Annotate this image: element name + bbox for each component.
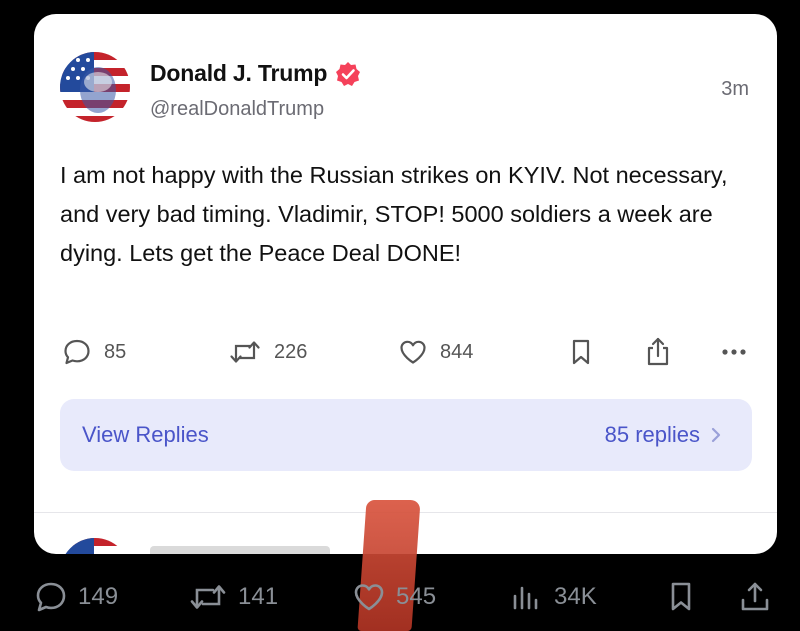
view-replies-button[interactable]: View Replies 85 replies	[60, 399, 752, 471]
outer-retweet-button[interactable]: 141	[188, 572, 278, 622]
author-name[interactable]: Donald J. Trump	[150, 60, 327, 87]
post-card: Donald J. Trump @realDonaldTrump 3m I am…	[34, 14, 777, 554]
replies-count-label: 85 replies	[604, 422, 700, 447]
repost-count: 226	[274, 340, 308, 363]
heart-icon	[354, 584, 384, 611]
comment-icon	[36, 582, 66, 612]
author-handle[interactable]: @realDonaldTrump	[150, 98, 324, 121]
heart-icon	[400, 340, 426, 364]
author-avatar[interactable]	[60, 52, 130, 122]
reply-button[interactable]: 85	[62, 332, 126, 372]
repost-icon	[230, 341, 260, 363]
outer-comment-button[interactable]: 149	[34, 572, 118, 622]
outer-actions-bar: 149 141 545 34K	[0, 572, 800, 622]
outer-bookmark-button[interactable]	[666, 572, 696, 622]
replies-count: 85 replies	[605, 422, 722, 448]
view-replies-label: View Replies	[82, 422, 209, 447]
share-icon	[741, 582, 769, 611]
chevron-right-icon	[711, 427, 721, 443]
retweet-icon	[190, 585, 226, 609]
bookmark-icon	[572, 339, 590, 365]
post-timestamp: 3m	[721, 78, 749, 100]
post-actions: 85 226 844	[34, 332, 777, 372]
outer-share-button[interactable]	[738, 572, 772, 622]
outer-comment-count: 149	[78, 583, 119, 610]
views-chart-icon	[513, 586, 538, 610]
outer-like-count: 545	[396, 583, 437, 610]
outer-views-button[interactable]: 34K	[510, 572, 597, 622]
next-post-avatar[interactable]	[60, 538, 130, 554]
outer-like-button[interactable]: 545	[352, 572, 436, 622]
share-button[interactable]	[644, 332, 672, 372]
bookmark-button[interactable]	[568, 332, 594, 372]
next-post-name-partial	[150, 546, 330, 554]
share-icon	[647, 337, 669, 366]
more-options-icon	[722, 349, 746, 355]
reply-count: 85	[104, 340, 127, 363]
more-options-button[interactable]	[720, 332, 748, 372]
comment-icon	[64, 339, 90, 365]
outer-views-count: 34K	[554, 583, 597, 610]
verified-badge-icon	[335, 61, 361, 87]
repost-button[interactable]: 226	[228, 332, 307, 372]
author-name-row: Donald J. Trump	[150, 60, 361, 87]
like-button[interactable]: 844	[398, 332, 473, 372]
post-text: I am not happy with the Russian strikes …	[60, 162, 728, 266]
outer-retweet-count: 141	[238, 583, 279, 610]
like-count: 844	[440, 340, 474, 363]
bookmark-icon	[671, 582, 691, 611]
